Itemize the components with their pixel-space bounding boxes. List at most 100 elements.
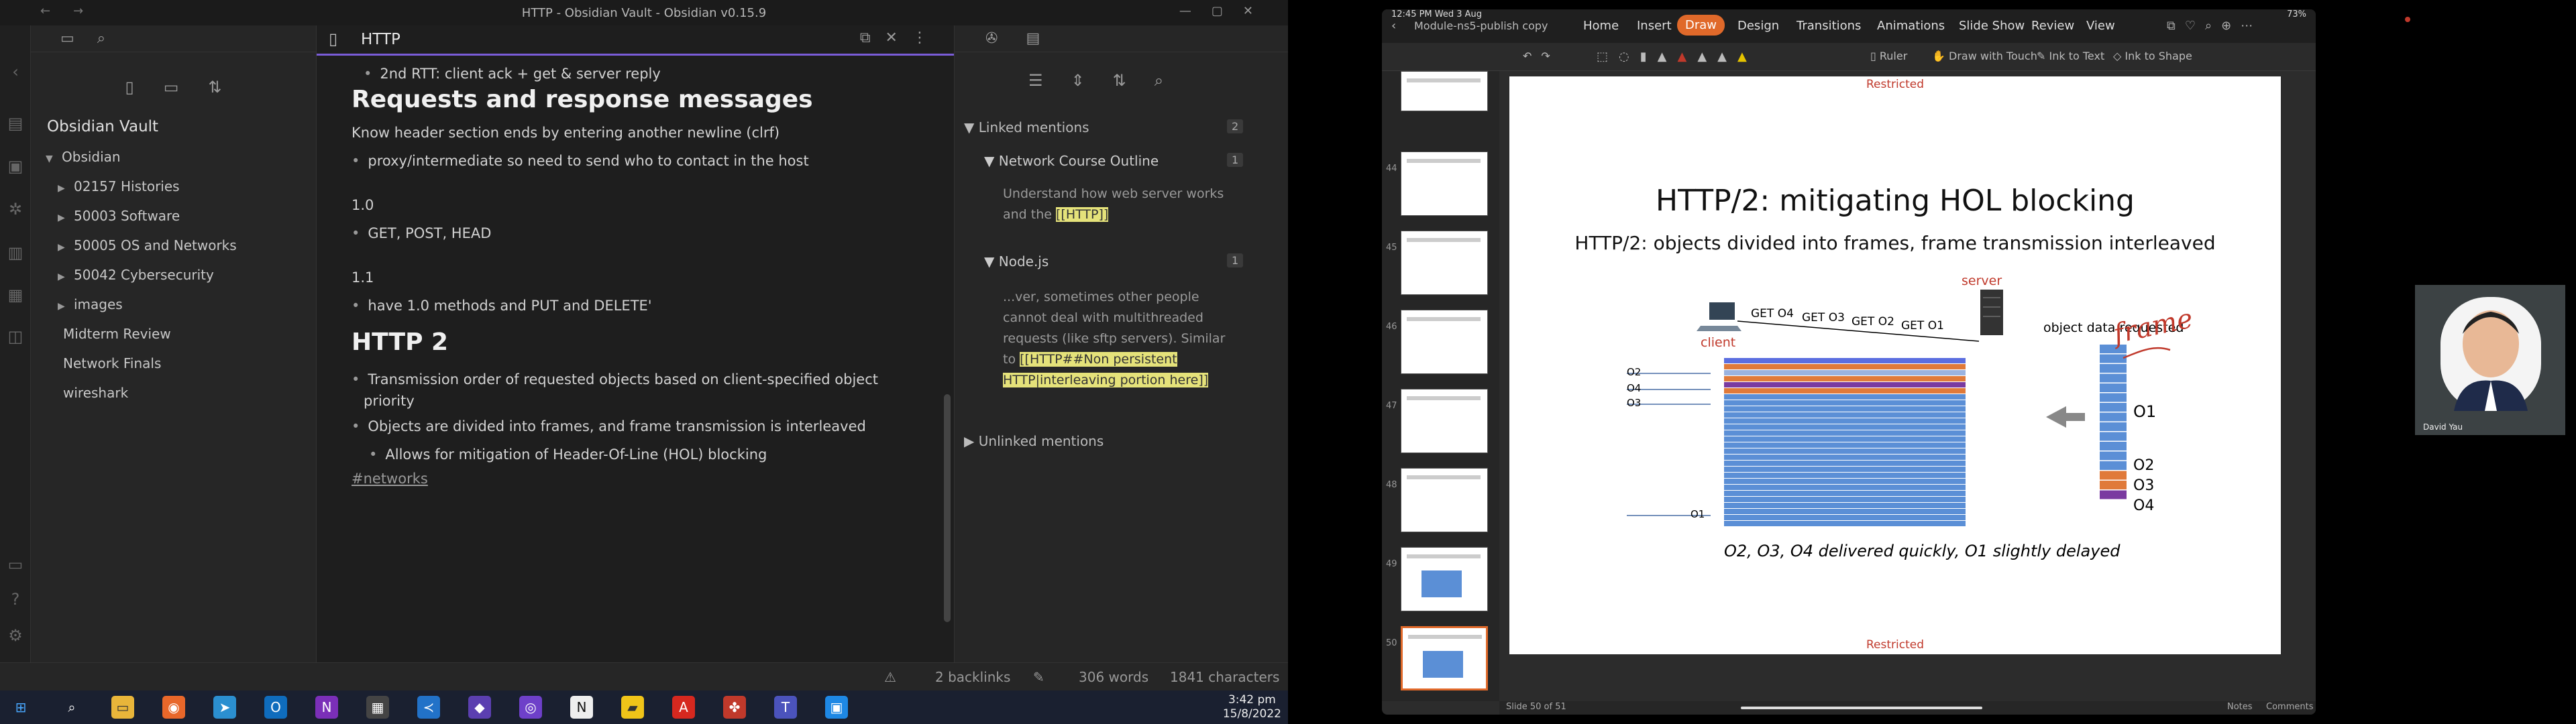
template-icon[interactable]: ▦ <box>0 286 31 304</box>
outlook-icon[interactable]: O <box>264 696 287 719</box>
notion-icon[interactable]: N <box>570 696 593 719</box>
back-icon[interactable]: ‹ <box>1391 19 1396 33</box>
edit-icon[interactable]: ✎ <box>1033 669 1044 685</box>
outline-tab-icon[interactable]: ▤ <box>1026 30 1040 47</box>
file-name[interactable]: Module-ns5-publish copy <box>1414 19 1548 32</box>
editor-tab[interactable]: ▯ HTTP ⧉✕⋮ <box>317 25 954 56</box>
slide-thumbnail[interactable] <box>1401 547 1488 611</box>
undo-redo-icons[interactable]: ↶↷ <box>1523 50 1560 62</box>
onenote-icon[interactable]: N <box>315 696 338 719</box>
slide-thumbnail-active[interactable] <box>1401 626 1488 690</box>
slide-thumbnail[interactable] <box>1401 152 1488 216</box>
nav-arrows[interactable]: ←→ <box>40 4 106 18</box>
mention-snippet[interactable]: Understand how web server works and the … <box>1003 184 1224 225</box>
search-icon[interactable]: ⌕ <box>1155 71 1163 90</box>
video-tile[interactable]: David Yau <box>2415 285 2565 435</box>
scrollbar[interactable] <box>944 394 951 622</box>
mention-title[interactable]: ▼ Node.js <box>984 253 1049 269</box>
new-note-icon[interactable]: ▯ <box>125 78 133 97</box>
file-explorer-icon[interactable]: ▭ <box>111 696 134 719</box>
files-tab-icon[interactable]: ▭ <box>60 30 74 47</box>
tree-file[interactable]: wireshark <box>63 385 128 401</box>
slide-thumbnail[interactable] <box>1401 310 1488 374</box>
menu-slideshow[interactable]: Slide Show <box>1959 19 2025 33</box>
pen-icons[interactable]: ⬚◌▮▲▲▲▲▲ <box>1597 50 1758 64</box>
frame-bar <box>1724 473 1966 478</box>
notes-button[interactable]: Notes <box>2227 702 2253 712</box>
ink-to-text-button[interactable]: ✎ Ink to Text <box>2037 50 2104 62</box>
frame-bar <box>1724 448 1966 454</box>
plugin-icon[interactable]: ◫ <box>0 327 31 346</box>
menu-draw[interactable]: Draw <box>1677 15 1725 36</box>
screen-icon[interactable]: ▣ <box>825 696 848 719</box>
acrobat-icon[interactable]: A <box>672 696 695 719</box>
ink-to-shape-button[interactable]: ◇ Ink to Shape <box>2113 50 2192 62</box>
list-item: • 2nd RTT: client ack + get & server repl… <box>364 66 661 82</box>
unlinked-mentions-header[interactable]: ▶ Unlinked mentions <box>964 433 1104 449</box>
slide-thumbnail[interactable] <box>1401 231 1488 295</box>
search-icon[interactable]: ▣ <box>0 157 31 176</box>
firefox-icon[interactable]: ◉ <box>162 696 185 719</box>
tab-actions[interactable]: ⧉✕⋮ <box>860 29 942 46</box>
telegram-icon[interactable]: ➤ <box>213 696 236 719</box>
collapse-icon[interactable]: ‹ <box>0 62 31 81</box>
window-controls[interactable]: —▢✕ <box>1179 4 1273 18</box>
backlinks-tab-icon[interactable]: ✇ <box>985 30 998 47</box>
tree-folder-obsidian[interactable]: ▼ Obsidian <box>46 149 121 165</box>
menu-animations[interactable]: Animations <box>1877 19 1945 33</box>
search-tab-icon[interactable]: ⌕ <box>97 30 105 47</box>
sticky-notes-icon[interactable]: ▰ <box>621 696 644 719</box>
top-right-icons[interactable]: ⧉♡⌕⊕⋯ <box>2167 19 2262 33</box>
slide-canvas[interactable]: Restricted HTTP/2: mitigating HOL blocki… <box>1499 71 2316 701</box>
show-context-icon[interactable]: ⇕ <box>1071 71 1085 90</box>
ruler-button[interactable]: ▯ Ruler <box>1870 50 1907 62</box>
list-item-cont: priority <box>364 393 415 409</box>
comments-button[interactable]: Comments <box>2266 702 2313 712</box>
participant-name: David Yau <box>2423 422 2463 432</box>
tree-folder[interactable]: ▶ 50003 Software <box>58 208 180 224</box>
tree-folder[interactable]: ▶ 02157 Histories <box>58 178 180 194</box>
object-frame <box>2100 383 2127 392</box>
tag-link[interactable]: #networks <box>352 471 428 487</box>
slide[interactable]: Restricted HTTP/2: mitigating HOL blocki… <box>1509 76 2281 654</box>
backlinks-count[interactable]: 2 backlinks <box>935 669 1010 685</box>
teams-icon[interactable]: T <box>774 696 797 719</box>
slide-thumbnail[interactable] <box>1401 468 1488 532</box>
tree-folder[interactable]: ▶ 50005 OS and Networks <box>58 237 237 253</box>
linked-mentions-header[interactable]: ▼ Linked mentions <box>964 119 1089 135</box>
new-folder-icon[interactable]: ▭ <box>164 78 179 97</box>
sort-icon[interactable]: ⇅ <box>208 78 221 97</box>
menu-insert[interactable]: Insert <box>1637 19 1672 33</box>
draw-with-touch-button[interactable]: ✋ Draw with Touch <box>1932 50 2037 62</box>
github-icon[interactable]: ◎ <box>519 696 542 719</box>
switcher-icon[interactable]: ▤ <box>0 114 31 133</box>
menu-home[interactable]: Home <box>1583 19 1619 33</box>
graph-icon[interactable]: ✲ <box>0 200 31 219</box>
clock[interactable]: 3:42 pm 15/8/2022 <box>1223 693 1281 721</box>
menu-design[interactable]: Design <box>1737 19 1779 33</box>
tool-icon[interactable]: ▦ <box>366 696 389 719</box>
mention-snippet[interactable]: ...ver, sometimes other people cannot de… <box>1003 287 1225 391</box>
menu-review[interactable]: Review <box>2031 19 2074 33</box>
search-icon[interactable]: ⌕ <box>60 696 83 719</box>
menu-view[interactable]: View <box>2086 19 2115 33</box>
server-label: server <box>1962 274 2002 288</box>
slide-thumbnail[interactable] <box>1401 71 1488 111</box>
menu-transitions[interactable]: Transitions <box>1796 19 1861 33</box>
start-icon[interactable]: ⊞ <box>9 696 32 719</box>
help-icon[interactable]: ? <box>0 590 31 609</box>
mention-title[interactable]: ▼ Network Course Outline <box>984 153 1159 169</box>
tree-file[interactable]: Network Finals <box>63 355 161 371</box>
canvas-icon[interactable]: ▥ <box>0 243 31 262</box>
tree-file[interactable]: Midterm Review <box>63 326 171 342</box>
tree-folder[interactable]: ▶ images <box>58 296 123 312</box>
obsidian-icon[interactable]: ◆ <box>468 696 491 719</box>
tree-folder[interactable]: ▶ 50042 Cybersecurity <box>58 267 214 283</box>
vscode-icon[interactable]: ≺ <box>417 696 440 719</box>
vault-icon[interactable]: ▭ <box>0 555 31 574</box>
settings-icon[interactable]: ⚙ <box>0 626 31 645</box>
sort-icon[interactable]: ⇅ <box>1113 71 1126 90</box>
slide-thumbnail[interactable] <box>1401 389 1488 453</box>
collapse-results-icon[interactable]: ☰ <box>1028 71 1043 90</box>
app-icon[interactable]: ✤ <box>723 696 746 719</box>
